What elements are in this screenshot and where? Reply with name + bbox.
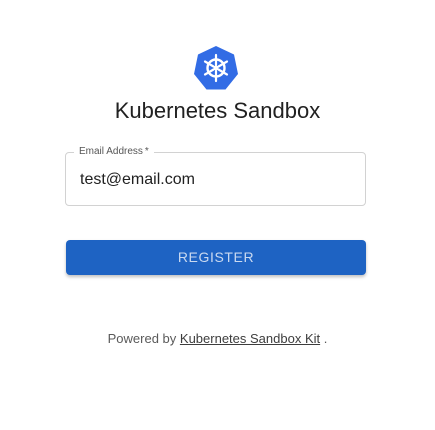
kubernetes-logo-icon <box>193 45 239 91</box>
email-label-text: Email Address <box>79 146 143 157</box>
footer-prefix: Powered by <box>107 331 177 346</box>
footer-link[interactable]: Kubernetes Sandbox Kit <box>180 331 320 346</box>
required-marker: * <box>144 146 149 157</box>
email-input[interactable] <box>80 170 350 190</box>
register-button[interactable]: REGISTER <box>66 240 366 275</box>
footer-credit: Powered by Kubernetes Sandbox Kit . <box>0 330 435 348</box>
kubernetes-helm-icon <box>194 46 238 90</box>
email-field[interactable]: Email Address * <box>65 144 366 206</box>
email-field-label: Email Address * <box>74 144 154 160</box>
app-title: Kubernetes Sandbox <box>114 98 321 123</box>
footer-suffix: . <box>323 331 328 346</box>
